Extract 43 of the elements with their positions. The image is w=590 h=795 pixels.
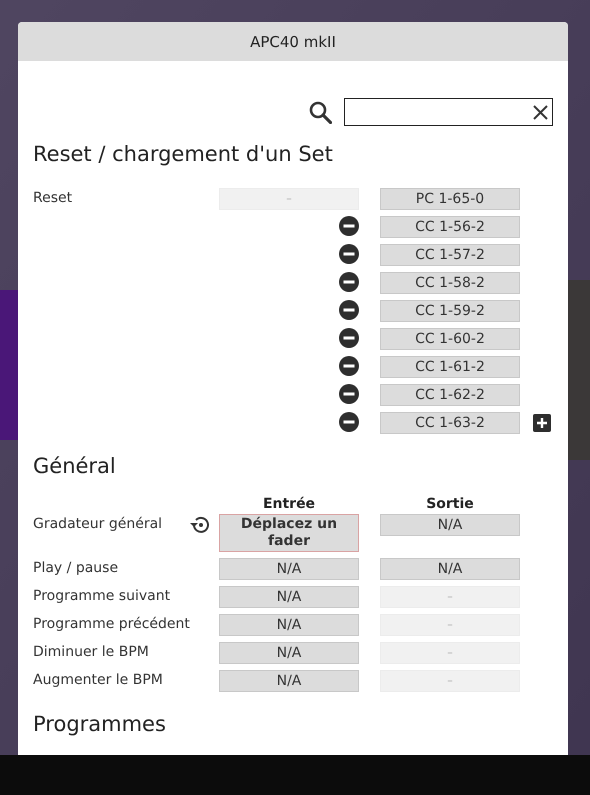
window-title: APC40 mkII xyxy=(250,32,336,50)
add-button[interactable] xyxy=(532,414,552,434)
row-label: Programme suivant xyxy=(33,587,170,606)
mapping-field[interactable]: CC 1-60-2 xyxy=(380,328,520,350)
mapping-field[interactable]: N/A xyxy=(380,558,520,580)
mapping-field[interactable]: N/A xyxy=(219,670,359,692)
mapping-field[interactable]: CC 1-63-2 xyxy=(380,412,520,434)
remove-button[interactable] xyxy=(339,328,359,348)
mapping-field[interactable]: N/A xyxy=(219,586,359,608)
row-label: Reset xyxy=(33,189,72,208)
mapping-field[interactable]: N/A xyxy=(380,514,520,536)
section-heading: Programmes xyxy=(33,712,167,736)
remove-button[interactable] xyxy=(339,356,359,376)
remove-button[interactable] xyxy=(339,216,359,236)
mapping-field[interactable]: N/A xyxy=(219,558,359,580)
mapping-field[interactable]: CC 1-62-2 xyxy=(380,384,520,406)
mapping-field[interactable]: CC 1-56-2 xyxy=(380,216,520,238)
mapping-field[interactable]: CC 1-58-2 xyxy=(380,272,520,294)
mapping-field[interactable]: CC 1-59-2 xyxy=(380,300,520,322)
mapping-field[interactable]: PC 1-65-0 xyxy=(380,188,520,210)
row-label: Augmenter le BPM xyxy=(33,671,163,690)
mapping-field[interactable]: N/A xyxy=(219,642,359,664)
reset-icon[interactable] xyxy=(189,514,211,534)
row-label: Play / pause xyxy=(33,559,118,578)
remove-button[interactable] xyxy=(339,412,359,432)
mapping-field[interactable]: CC 1-61-2 xyxy=(380,356,520,378)
search-icon xyxy=(309,100,332,124)
row-label: Diminuer le BPM xyxy=(33,643,149,662)
section-heading: Reset / chargement d'un Set xyxy=(33,142,334,166)
clear-icon[interactable] xyxy=(533,104,548,120)
remove-button[interactable] xyxy=(339,384,359,404)
remove-button[interactable] xyxy=(339,300,359,320)
column-header: Entrée xyxy=(262,496,316,512)
column-header: Sortie xyxy=(425,496,475,512)
mapping-field[interactable]: N/A xyxy=(219,614,359,636)
search-field[interactable] xyxy=(344,98,553,126)
section-heading: Général xyxy=(33,454,117,478)
mapping-field[interactable]: Déplacez un fader xyxy=(219,514,359,552)
mapping-field[interactable]: CC 1-57-2 xyxy=(380,244,520,266)
row-label: Programme précédent xyxy=(33,615,190,634)
row-label: Gradateur général xyxy=(33,515,162,534)
remove-button[interactable] xyxy=(339,272,359,292)
remove-button[interactable] xyxy=(339,244,359,264)
